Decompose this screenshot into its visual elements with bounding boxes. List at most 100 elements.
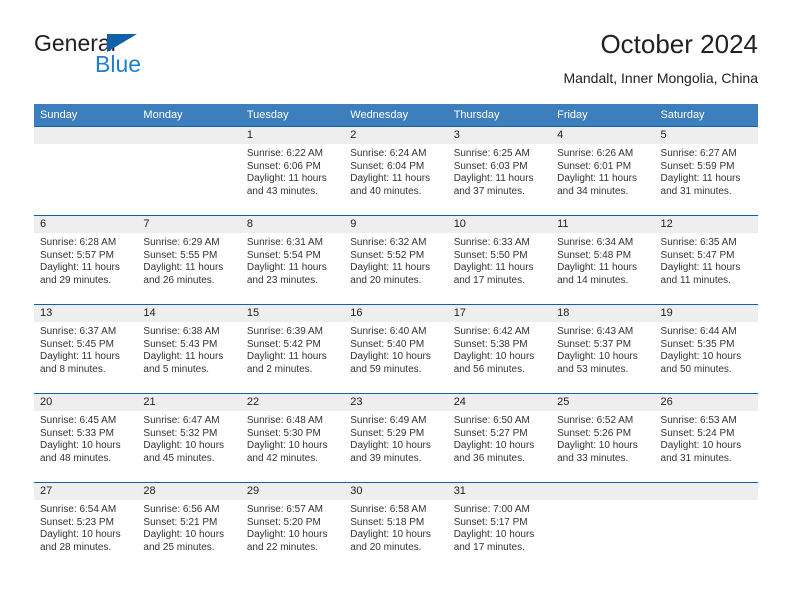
calendar-day-cell[interactable]: 24 Sunrise: 6:50 AM Sunset: 5:27 PM Dayligh… (447, 393, 552, 483)
sunset-text: Sunset: 5:17 PM (453, 516, 528, 528)
calendar-day-cell[interactable]: 26 Sunrise: 6:53 AM Sunset: 5:24 PM Dayligh… (654, 393, 758, 483)
sunset-text: Sunset: 5:26 PM (557, 427, 632, 439)
day-cell-details (137, 144, 240, 148)
calendar-day-cell[interactable]: 17 Sunrise: 6:42 AM Sunset: 5:38 PM Dayligh… (447, 304, 552, 394)
day-number: 13 (34, 305, 138, 322)
calendar-day-cell[interactable]: 10 Sunrise: 6:33 AM Sunset: 5:50 PM Dayligh… (447, 215, 552, 305)
calendar-day-cell[interactable]: 25 Sunrise: 6:52 AM Sunset: 5:26 PM Dayligh… (551, 393, 655, 483)
page-subtitle: Mandalt, Inner Mongolia, China (563, 70, 758, 86)
daylight-text: Daylight: 10 hours and 50 minutes. (660, 351, 742, 375)
calendar-day-cell[interactable]: 28 Sunrise: 6:56 AM Sunset: 5:21 PM Dayligh… (137, 482, 241, 571)
calendar-day-cell[interactable]: 13 Sunrise: 6:37 AM Sunset: 5:45 PM Dayligh… (34, 304, 138, 394)
day-number: 4 (551, 127, 655, 144)
calendar-day-cell[interactable]: 31 Sunrise: 7:00 AM Sunset: 5:17 PM Dayligh… (447, 482, 552, 571)
daylight-text: Daylight: 11 hours and 34 minutes. (557, 173, 637, 197)
day-number: 7 (137, 216, 241, 233)
calendar-day-cell[interactable]: 8 Sunrise: 6:31 AM Sunset: 5:54 PM Daylight… (240, 215, 345, 305)
daylight-text: Daylight: 11 hours and 11 minutes. (660, 262, 741, 286)
calendar-day-cell[interactable]: 18 Sunrise: 6:43 AM Sunset: 5:37 PM Dayligh… (551, 304, 655, 394)
general-blue-logo[interactable]: General Blue (34, 30, 244, 90)
day-cell-details: Sunrise: 6:25 AM Sunset: 6:03 PM Daylight:… (448, 144, 551, 198)
sunset-text: Sunset: 5:29 PM (350, 427, 425, 439)
day-cell-inner: 10 Sunrise: 6:33 AM Sunset: 5:50 PM Dayligh… (447, 216, 552, 304)
sunset-text: Sunset: 5:40 PM (350, 338, 425, 350)
daylight-text: Daylight: 10 hours and 17 minutes. (453, 529, 535, 553)
calendar-day-cell[interactable]: 14 Sunrise: 6:38 AM Sunset: 5:43 PM Dayligh… (137, 304, 241, 394)
daylight-text: Daylight: 11 hours and 14 minutes. (557, 262, 637, 286)
weekday-header-wednesday: Wednesday (344, 104, 448, 127)
day-cell-details: Sunrise: 6:49 AM Sunset: 5:29 PM Daylight:… (344, 411, 447, 465)
daylight-text: Daylight: 10 hours and 48 minutes. (40, 440, 121, 464)
day-number: 31 (447, 483, 552, 500)
sunrise-text: Sunrise: 6:45 AM (40, 415, 117, 426)
sunset-text: Sunset: 5:57 PM (40, 249, 114, 261)
day-cell-details: Sunrise: 6:45 AM Sunset: 5:33 PM Daylight:… (34, 411, 137, 465)
day-cell-details: Sunrise: 6:32 AM Sunset: 5:52 PM Daylight:… (344, 233, 447, 287)
sunrise-text: Sunrise: 6:38 AM (143, 326, 220, 337)
sunset-text: Sunset: 5:24 PM (660, 427, 735, 439)
calendar-day-cell[interactable]: 19 Sunrise: 6:44 AM Sunset: 5:35 PM Dayligh… (654, 304, 758, 394)
calendar-day-cell[interactable]: 5 Sunrise: 6:27 AM Sunset: 5:59 PM Daylight… (654, 126, 758, 216)
day-cell-inner: 3 Sunrise: 6:25 AM Sunset: 6:03 PM Daylight… (447, 127, 552, 215)
day-number: 27 (34, 483, 138, 500)
calendar-day-cell[interactable]: 27 Sunrise: 6:54 AM Sunset: 5:23 PM Dayligh… (34, 482, 138, 571)
calendar-day-cell[interactable]: 11 Sunrise: 6:34 AM Sunset: 5:48 PM Dayligh… (551, 215, 655, 305)
day-cell-inner: 24 Sunrise: 6:50 AM Sunset: 5:27 PM Dayligh… (447, 394, 552, 482)
sunrise-text: Sunrise: 6:39 AM (246, 326, 323, 337)
calendar-day-cell[interactable]: 1 Sunrise: 6:22 AM Sunset: 6:06 PM Daylight… (240, 126, 345, 216)
daylight-text: Daylight: 10 hours and 22 minutes. (246, 529, 328, 553)
calendar-day-cell[interactable]: 23 Sunrise: 6:49 AM Sunset: 5:29 PM Dayligh… (344, 393, 448, 483)
calendar-day-cell[interactable]: 30 Sunrise: 6:58 AM Sunset: 5:18 PM Dayligh… (344, 482, 448, 571)
calendar-week-row: 6 Sunrise: 6:28 AM Sunset: 5:57 PM Daylight… (34, 215, 758, 305)
sunrise-text: Sunrise: 6:48 AM (246, 415, 323, 426)
sunset-text: Sunset: 5:45 PM (40, 338, 114, 350)
calendar-day-cell[interactable]: 7 Sunrise: 6:29 AM Sunset: 5:55 PM Daylight… (137, 215, 241, 305)
sunset-text: Sunset: 5:42 PM (246, 338, 321, 350)
sunset-text: Sunset: 5:37 PM (557, 338, 632, 350)
calendar-day-cell[interactable]: 15 Sunrise: 6:39 AM Sunset: 5:42 PM Dayligh… (240, 304, 345, 394)
daylight-text: Daylight: 10 hours and 28 minutes. (40, 529, 121, 553)
calendar-day-cell[interactable]: 16 Sunrise: 6:40 AM Sunset: 5:40 PM Dayligh… (344, 304, 448, 394)
day-cell-details: Sunrise: 6:37 AM Sunset: 5:45 PM Daylight:… (34, 322, 137, 376)
sunset-text: Sunset: 5:27 PM (453, 427, 528, 439)
calendar-day-cell[interactable]: 29 Sunrise: 6:57 AM Sunset: 5:20 PM Dayligh… (240, 482, 345, 571)
sunrise-text: Sunrise: 6:35 AM (660, 237, 737, 248)
day-cell-inner: 27 Sunrise: 6:54 AM Sunset: 5:23 PM Dayligh… (34, 483, 138, 571)
calendar-day-cell[interactable]: 22 Sunrise: 6:48 AM Sunset: 5:30 PM Dayligh… (240, 393, 345, 483)
sunset-text: Sunset: 5:21 PM (143, 516, 218, 528)
daylight-text: Daylight: 11 hours and 2 minutes. (246, 351, 327, 375)
sunset-text: Sunset: 5:47 PM (660, 249, 735, 261)
day-cell-details (655, 500, 758, 504)
daylight-text: Daylight: 11 hours and 31 minutes. (660, 173, 741, 197)
calendar-day-cell[interactable]: 21 Sunrise: 6:47 AM Sunset: 5:32 PM Dayligh… (137, 393, 241, 483)
sunset-text: Sunset: 5:50 PM (453, 249, 528, 261)
calendar-day-cell[interactable]: 12 Sunrise: 6:35 AM Sunset: 5:47 PM Dayligh… (654, 215, 758, 305)
day-cell-details: Sunrise: 6:43 AM Sunset: 5:37 PM Daylight:… (551, 322, 654, 376)
day-number: 24 (447, 394, 552, 411)
calendar-day-cell[interactable]: 2 Sunrise: 6:24 AM Sunset: 6:04 PM Daylight… (344, 126, 448, 216)
calendar-day-cell[interactable]: 4 Sunrise: 6:26 AM Sunset: 6:01 PM Daylight… (551, 126, 655, 216)
day-cell-inner: 25 Sunrise: 6:52 AM Sunset: 5:26 PM Dayligh… (551, 394, 655, 482)
sunset-text: Sunset: 5:43 PM (143, 338, 218, 350)
day-cell-details: Sunrise: 6:39 AM Sunset: 5:42 PM Daylight:… (241, 322, 344, 376)
day-cell-inner (654, 483, 758, 571)
sunset-text: Sunset: 5:48 PM (557, 249, 632, 261)
weekday-header-thursday: Thursday (447, 104, 552, 127)
day-cell-inner: 11 Sunrise: 6:34 AM Sunset: 5:48 PM Dayligh… (551, 216, 655, 304)
day-cell-details: Sunrise: 6:48 AM Sunset: 5:30 PM Daylight:… (241, 411, 344, 465)
calendar-day-cell[interactable]: 6 Sunrise: 6:28 AM Sunset: 5:57 PM Daylight… (34, 215, 138, 305)
day-number: 28 (137, 483, 241, 500)
calendar-day-cell[interactable]: 3 Sunrise: 6:25 AM Sunset: 6:03 PM Daylight… (447, 126, 552, 216)
calendar-day-cell[interactable]: 20 Sunrise: 6:45 AM Sunset: 5:33 PM Dayligh… (34, 393, 138, 483)
daylight-text: Daylight: 11 hours and 29 minutes. (40, 262, 120, 286)
weekday-header-row: Sunday Monday Tuesday Wednesday Thursday… (34, 104, 758, 127)
day-cell-details: Sunrise: 6:50 AM Sunset: 5:27 PM Daylight:… (448, 411, 551, 465)
calendar-day-cell[interactable]: 9 Sunrise: 6:32 AM Sunset: 5:52 PM Daylight… (344, 215, 448, 305)
day-number: 19 (654, 305, 758, 322)
day-cell-inner: 23 Sunrise: 6:49 AM Sunset: 5:29 PM Dayligh… (344, 394, 448, 482)
sunrise-text: Sunrise: 6:40 AM (350, 326, 427, 337)
sunset-text: Sunset: 6:03 PM (453, 160, 528, 172)
sunrise-text: Sunrise: 6:29 AM (143, 237, 220, 248)
sunset-text: Sunset: 5:30 PM (246, 427, 321, 439)
day-cell-details: Sunrise: 6:47 AM Sunset: 5:32 PM Daylight:… (137, 411, 240, 465)
